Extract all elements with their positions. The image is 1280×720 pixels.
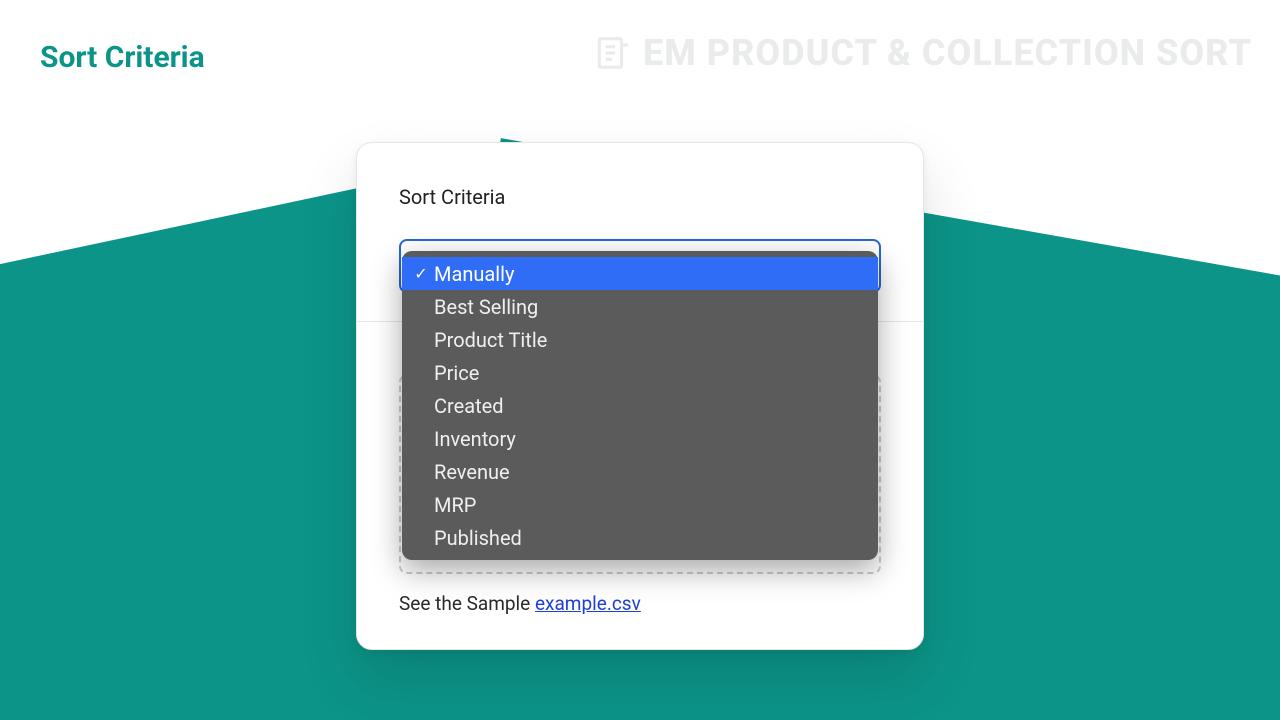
dropdown-option-label: Product Title	[434, 328, 547, 352]
dropdown-option[interactable]: ✓MRP	[402, 488, 878, 521]
dropdown-option[interactable]: ✓Created	[402, 389, 878, 422]
dropdown-option-label: Created	[434, 394, 504, 418]
sort-criteria-dropdown[interactable]: ✓Manually✓Best Selling✓Product Title✓Pri…	[402, 251, 878, 560]
brand-watermark-text: EM PRODUCT & COLLECTION SORT	[643, 32, 1252, 74]
dropdown-option[interactable]: ✓Product Title	[402, 323, 878, 356]
sort-criteria-label: Sort Criteria	[399, 185, 881, 209]
dropdown-option-label: Manually	[434, 262, 514, 286]
dropdown-option[interactable]: ✓Best Selling	[402, 290, 878, 323]
document-icon	[593, 34, 631, 72]
sample-prefix: See the Sample	[399, 592, 535, 615]
sample-text: See the Sample example.csv	[399, 592, 881, 615]
dropdown-option-label: Published	[434, 526, 522, 550]
dropdown-option-label: Best Selling	[434, 295, 538, 319]
sample-link[interactable]: example.csv	[535, 592, 641, 615]
check-icon: ✓	[412, 264, 430, 283]
dropdown-option[interactable]: ✓Revenue	[402, 455, 878, 488]
dropdown-option[interactable]: ✓Published	[402, 521, 878, 554]
dropdown-option-label: Inventory	[434, 427, 516, 451]
dropdown-option-label: MRP	[434, 493, 476, 517]
page-title: Sort Criteria	[40, 40, 205, 75]
dropdown-option[interactable]: ✓Manually	[402, 257, 878, 290]
brand-watermark: EM PRODUCT & COLLECTION SORT	[593, 32, 1252, 74]
dropdown-option-label: Price	[434, 361, 479, 385]
dropdown-option-label: Revenue	[434, 460, 510, 484]
dropdown-option[interactable]: ✓Inventory	[402, 422, 878, 455]
dropdown-option[interactable]: ✓Price	[402, 356, 878, 389]
